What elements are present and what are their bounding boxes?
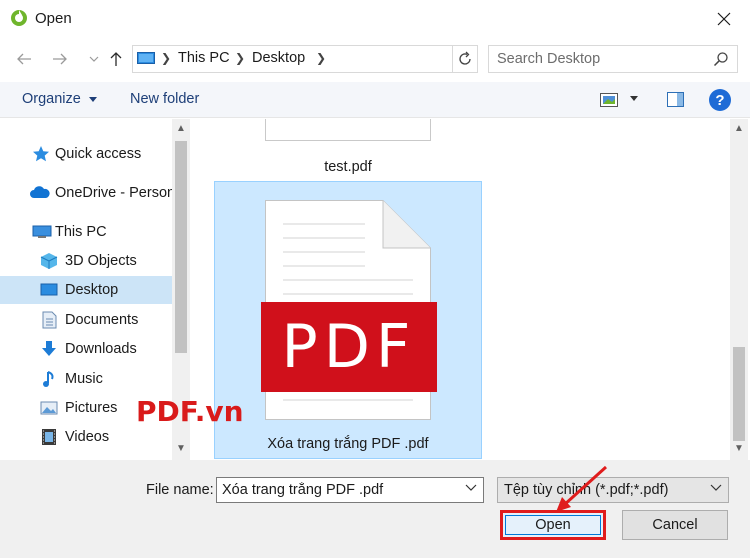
- help-button[interactable]: ?: [709, 89, 731, 111]
- breadcrumb-this-pc[interactable]: This PC: [178, 50, 230, 66]
- video-icon: [42, 429, 56, 445]
- scroll-up-icon[interactable]: ▲: [734, 123, 744, 134]
- organize-menu[interactable]: Organize: [22, 91, 97, 107]
- cube-icon: [40, 253, 58, 269]
- address-divider: [452, 46, 453, 72]
- address-bar[interactable]: ❯ This PC ❯ Desktop ❯: [132, 45, 478, 73]
- chevron-down-icon: [710, 484, 722, 491]
- caret-down-icon: [88, 96, 97, 102]
- app-icon: [11, 10, 27, 26]
- back-button[interactable]: [10, 45, 38, 73]
- file-name-label: Xóa trang trắng PDF .pdf: [267, 436, 429, 452]
- nav-item-documents[interactable]: Documents: [0, 306, 172, 334]
- breadcrumb-desktop[interactable]: Desktop: [252, 50, 305, 66]
- breadcrumb-separator-icon: ❯: [316, 51, 327, 65]
- nav-item-downloads[interactable]: Downloads: [0, 335, 172, 363]
- nav-item-quick-access[interactable]: Quick access: [0, 140, 172, 168]
- search-icon: [713, 52, 728, 67]
- nav-label: This PC: [55, 224, 107, 240]
- scroll-up-icon[interactable]: ▲: [176, 123, 186, 134]
- preview-pane-icon[interactable]: [667, 92, 684, 107]
- nav-label: Documents: [65, 312, 139, 328]
- change-view-icon[interactable]: [600, 93, 618, 107]
- nav-item-music[interactable]: Music: [0, 365, 172, 393]
- arrow-left-icon: [17, 53, 31, 65]
- help-icon: ?: [715, 91, 725, 109]
- computer-icon: [32, 225, 52, 238]
- nav-item-desktop[interactable]: Desktop: [0, 276, 172, 304]
- nav-label: Pictures: [65, 400, 118, 416]
- file-list: test.pdf PDF Xóa trang trắng PDF .pdf: [190, 119, 730, 460]
- search-box[interactable]: [488, 45, 738, 73]
- dialog-footer: File name: Tệp tùy chỉnh (*.pdf;*.pdf) O…: [0, 460, 750, 558]
- annotation-arrow-icon: [556, 465, 608, 512]
- document-icon: [42, 311, 57, 329]
- music-icon: [43, 371, 54, 387]
- forward-button[interactable]: [46, 45, 74, 73]
- file-list-scrollbar[interactable]: ▲ ▼: [730, 119, 748, 460]
- scroll-thumb[interactable]: [733, 347, 745, 441]
- organize-label: Organize: [22, 91, 81, 107]
- file-type-select[interactable]: Tệp tùy chỉnh (*.pdf;*.pdf): [497, 477, 729, 503]
- pdf-badge-label: PDF: [281, 312, 417, 382]
- breadcrumb-separator-icon: ❯: [235, 51, 246, 65]
- scroll-down-icon[interactable]: ▼: [734, 443, 744, 454]
- close-icon: [717, 12, 731, 26]
- new-folder-button[interactable]: New folder: [130, 91, 199, 107]
- file-name-label[interactable]: test.pdf: [265, 159, 431, 175]
- file-name-combobox[interactable]: [216, 477, 484, 503]
- pdf-file-icon[interactable]: [265, 119, 431, 141]
- refresh-icon: [459, 51, 471, 65]
- chevron-down-icon: [89, 56, 99, 62]
- download-icon: [42, 341, 56, 356]
- nav-label: Downloads: [65, 341, 137, 357]
- cloud-icon: [30, 186, 50, 198]
- search-input[interactable]: [497, 50, 707, 68]
- nav-label: Desktop: [65, 282, 119, 298]
- nav-item-onedrive[interactable]: OneDrive - Person: [0, 179, 176, 207]
- chevron-down-icon[interactable]: [465, 484, 477, 492]
- watermark: PDF.vn: [136, 395, 244, 428]
- nav-item-3d-objects[interactable]: 3D Objects: [0, 247, 172, 275]
- arrow-up-icon: [110, 52, 122, 66]
- scroll-thumb[interactable]: [175, 141, 187, 353]
- nav-label: Videos: [65, 429, 110, 445]
- nav-label: 3D Objects: [65, 253, 137, 269]
- arrow-right-icon: [53, 53, 67, 65]
- nav-label: OneDrive - Person: [55, 185, 176, 201]
- nav-label: Quick access: [55, 146, 142, 162]
- computer-icon: [137, 52, 155, 64]
- caret-down-icon[interactable]: [630, 96, 638, 101]
- cancel-button[interactable]: Cancel: [622, 510, 728, 540]
- star-icon: [33, 146, 49, 162]
- refresh-button[interactable]: [455, 49, 475, 69]
- pdf-badge: PDF: [261, 302, 437, 392]
- breadcrumb-separator-icon: ❯: [161, 51, 172, 65]
- picture-icon: [40, 401, 58, 415]
- focus-ring: [505, 515, 601, 535]
- desktop-icon: [40, 283, 58, 296]
- scroll-down-icon[interactable]: ▼: [176, 443, 186, 454]
- close-button[interactable]: [706, 4, 742, 34]
- up-button[interactable]: [102, 45, 130, 73]
- title-bar: Open: [0, 0, 750, 38]
- command-toolbar: Organize New folder: [0, 82, 750, 118]
- nav-label: Music: [65, 371, 103, 387]
- file-name-label: File name:: [146, 482, 214, 498]
- nav-item-this-pc[interactable]: This PC: [0, 218, 172, 246]
- file-name-input[interactable]: [222, 481, 452, 499]
- file-item-selected[interactable]: PDF Xóa trang trắng PDF .pdf: [214, 181, 482, 459]
- window-title: Open: [35, 10, 72, 27]
